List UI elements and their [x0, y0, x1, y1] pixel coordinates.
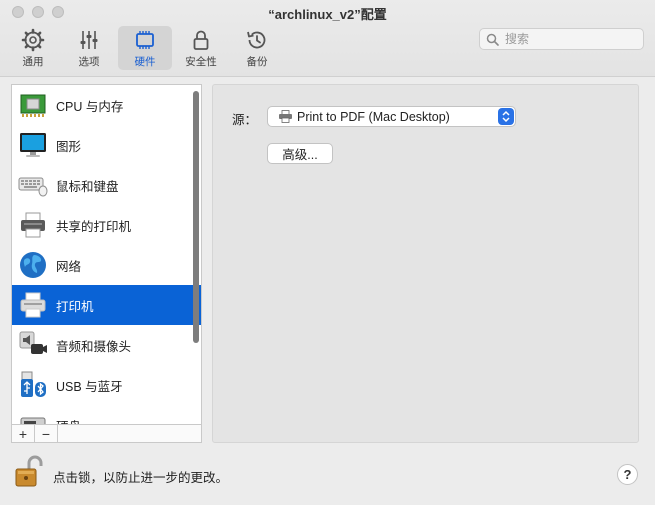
sliders-icon	[80, 31, 98, 49]
sidebar-item-printer[interactable]: 打印机	[12, 285, 201, 325]
sidebar-item-label: 共享的打印机	[56, 219, 132, 234]
monitor-icon	[20, 133, 46, 157]
shared-printer-icon	[21, 212, 45, 238]
toolbar-item-label: 通用	[22, 56, 44, 68]
sidebar-item-label: 音频和摄像头	[56, 339, 132, 354]
sidebar-item-audio-camera[interactable]: 音频和摄像头	[12, 325, 201, 365]
search-icon	[486, 33, 499, 46]
toolbar-item-label: 备份	[246, 56, 268, 68]
title-bar: “archlinux_v2”配置 通用 选项 硬件 安全性 备份 搜索	[0, 0, 655, 77]
chip-icon	[136, 31, 154, 49]
lock-icon	[193, 30, 209, 50]
hardware-list: CPU 与内存 图形 鼠标和键盘 共享的打印机 网络 打印机 音频和摄像头 US…	[11, 84, 202, 425]
sidebar-item-label: 鼠标和键盘	[56, 179, 119, 194]
sidebar-item-label: CPU 与内存	[56, 99, 124, 114]
sidebar-item-usb-bluetooth[interactable]: USB 与蓝牙	[12, 365, 201, 405]
sidebar-item-cpu-memory[interactable]: CPU 与内存	[12, 85, 201, 125]
gear-icon	[21, 28, 45, 52]
keyboard-icon	[18, 177, 48, 197]
sidebar-footer: + −	[11, 425, 202, 443]
printer-icon	[279, 110, 292, 123]
sidebar-item-shared-printer[interactable]: 共享的打印机	[12, 205, 201, 245]
toolbar-item-label: 硬件	[134, 56, 156, 68]
remove-device-button[interactable]: −	[35, 425, 58, 442]
sidebar-item-label: USB 与蓝牙	[56, 379, 123, 394]
window-title: “archlinux_v2”配置	[268, 7, 387, 22]
toolbar-item-label: 选项	[78, 56, 100, 68]
audio-camera-icon	[19, 331, 47, 354]
lock-hint-text: 点击锁，以防止进一步的更改。	[53, 471, 229, 485]
history-icon	[247, 31, 266, 49]
advanced-button[interactable]: 高级...	[267, 143, 333, 164]
source-label: 源：	[232, 113, 258, 127]
usb-bluetooth-icon	[21, 371, 46, 397]
sidebar-item-mouse-keyboard[interactable]: 鼠标和键盘	[12, 165, 201, 205]
unlocked-padlock-icon[interactable]	[14, 455, 44, 489]
cpu-memory-icon	[20, 94, 46, 117]
printer-settings-panel: 源： Print to PDF (Mac Desktop) 高级...	[212, 84, 639, 443]
settings-window: “archlinux_v2”配置 通用 选项 硬件 安全性 备份 搜索 CPU …	[0, 0, 655, 505]
toolbar-item-general[interactable]: 通用	[6, 26, 60, 70]
toolbar-item-options[interactable]: 选项	[62, 26, 116, 70]
help-button[interactable]: ?	[617, 464, 638, 485]
source-select[interactable]: Print to PDF (Mac Desktop)	[267, 106, 516, 127]
toolbar-item-backup[interactable]: 备份	[230, 26, 284, 70]
toolbar: 通用 选项 硬件 安全性 备份	[6, 26, 286, 70]
printer-icon	[20, 292, 46, 318]
toolbar-item-hardware[interactable]: 硬件	[118, 26, 172, 70]
sidebar-scrollbar[interactable]	[193, 91, 199, 343]
sidebar-item-label: 打印机	[56, 299, 94, 314]
sidebar-item-label: 图形	[56, 139, 82, 154]
updown-chevron-icon	[498, 108, 514, 125]
add-device-button[interactable]: +	[12, 425, 35, 442]
sidebar-item-network[interactable]: 网络	[12, 245, 201, 285]
sidebar-item-hard-disk[interactable]: 硬盘	[12, 405, 201, 425]
toolbar-item-security[interactable]: 安全性	[174, 26, 228, 70]
source-select-value: Print to PDF (Mac Desktop)	[297, 109, 450, 124]
search-box	[479, 28, 644, 50]
hard-disk-icon	[20, 417, 46, 424]
toolbar-item-label: 安全性	[185, 56, 217, 68]
search-input[interactable]	[503, 31, 637, 47]
sidebar-item-label: 网络	[56, 259, 82, 274]
sidebar-item-graphics[interactable]: 图形	[12, 125, 201, 165]
sidebar-item-label: 硬盘	[56, 416, 81, 425]
globe-icon	[20, 252, 46, 278]
